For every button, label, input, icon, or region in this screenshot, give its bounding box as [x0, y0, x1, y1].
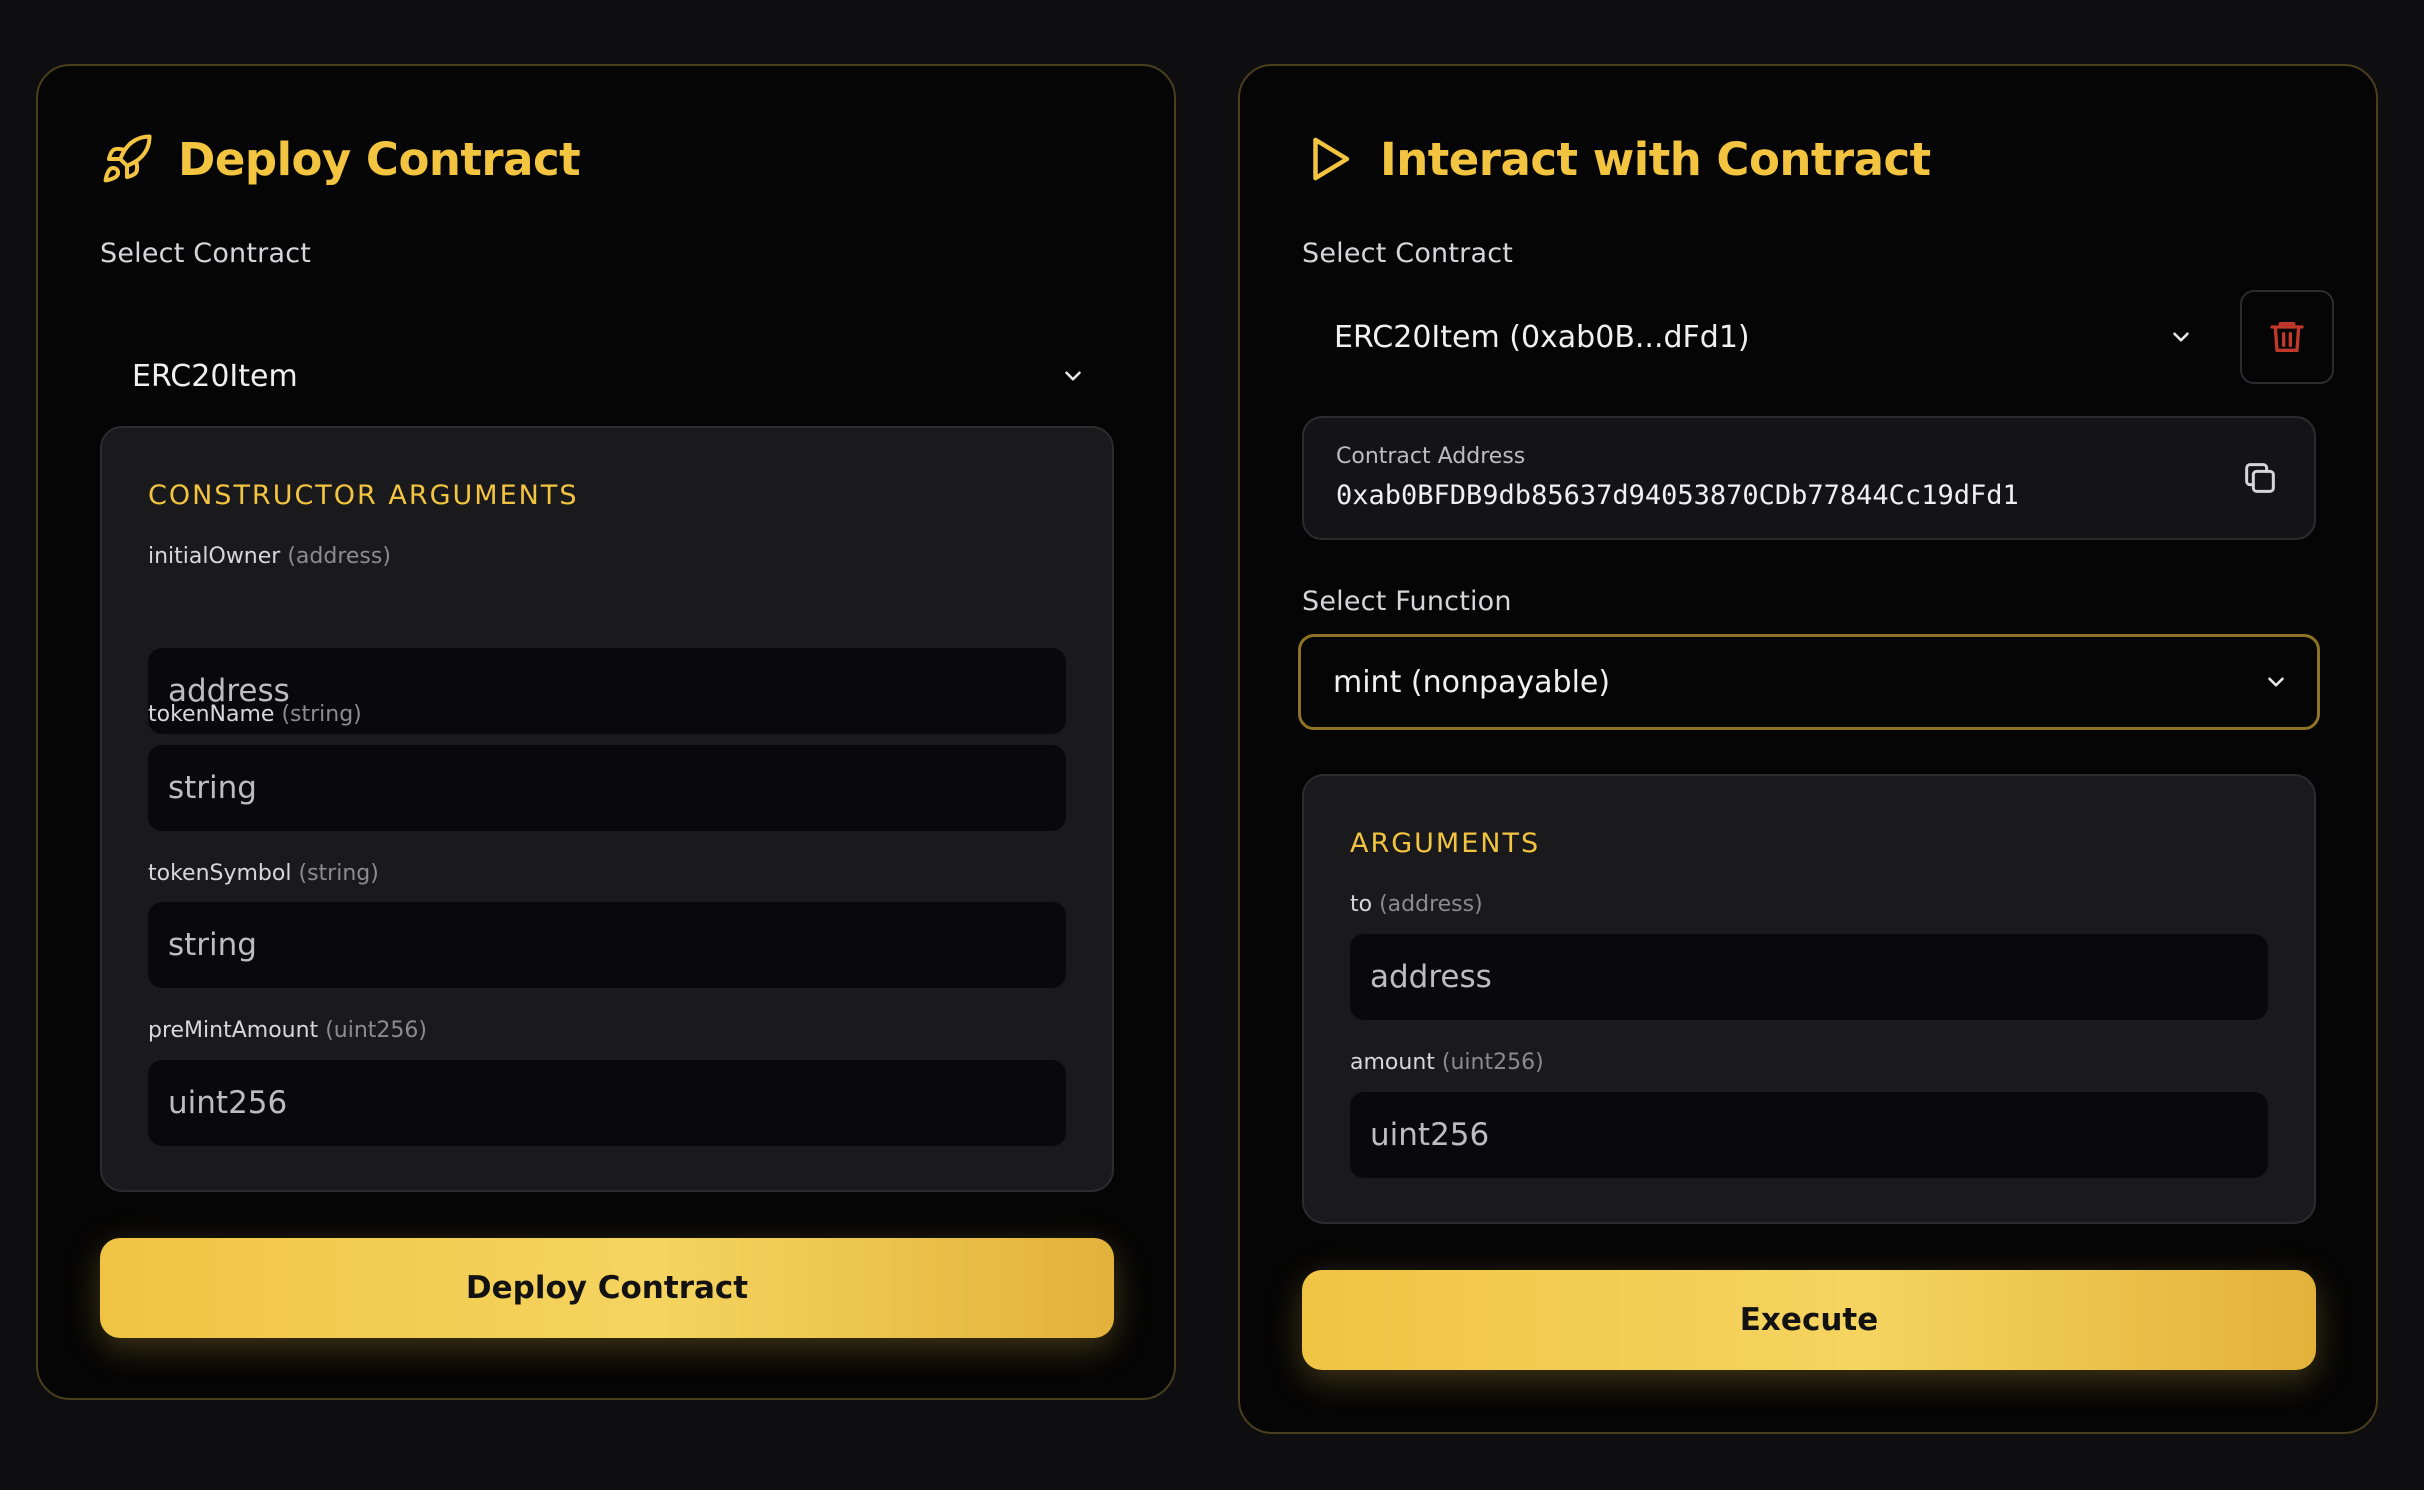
contract-address-box: Contract Address 0xab0BFDB9db85637d94053… [1302, 416, 2316, 540]
arg-type: (address) [287, 544, 391, 569]
amount-input[interactable] [1350, 1092, 2268, 1178]
function-args-title: ARGUMENTS [1350, 828, 1541, 859]
function-args-box: ARGUMENTS to (address) amount (uint256) [1302, 774, 2316, 1224]
arg-type: (address) [1379, 892, 1483, 917]
delete-contract-button[interactable] [2240, 290, 2334, 384]
chevron-down-icon [2268, 677, 2284, 687]
interact-selected-contract: ERC20Item (0xab0B...dFd1) [1334, 319, 1750, 355]
interact-title: Interact with Contract [1302, 132, 1931, 186]
arg-name: to [1350, 892, 1373, 917]
function-select-label: Select Function [1302, 586, 1512, 617]
arg-name: tokenName [148, 702, 275, 727]
arg-type: (uint256) [325, 1018, 427, 1043]
rocket-icon [103, 134, 152, 183]
chevron-down-icon [2173, 332, 2189, 342]
arg-type: (string) [298, 861, 379, 886]
arg-label-to: to (address) [1350, 892, 1483, 917]
interact-panel: Interact with Contract Select Contract E… [1238, 64, 2378, 1434]
copy-icon [2245, 463, 2275, 493]
arg-label-tokenname: tokenName (string) [148, 702, 362, 727]
to-input[interactable] [1350, 934, 2268, 1020]
arg-type: (uint256) [1441, 1050, 1544, 1075]
arg-label-tokensymbol: tokenSymbol (string) [148, 861, 379, 886]
deploy-contract-select[interactable]: ERC20Item [100, 336, 1114, 416]
selected-function: mint (nonpayable) [1333, 664, 1611, 700]
play-icon [1313, 137, 1350, 181]
interact-title-text: Interact with Contract [1380, 132, 1931, 186]
constructor-args-title: CONSTRUCTOR ARGUMENTS [148, 480, 579, 511]
function-select[interactable]: mint (nonpayable) [1298, 634, 2320, 730]
arg-label-initialowner: initialOwner (address) [148, 544, 391, 569]
arg-label-premintamount: preMintAmount (uint256) [148, 1018, 427, 1043]
arg-name: initialOwner [148, 544, 281, 569]
deploy-title: Deploy Contract [100, 132, 581, 186]
execute-button[interactable]: Execute [1302, 1270, 2316, 1370]
chevron-down-icon [1065, 371, 1081, 381]
deploy-selected-contract: ERC20Item [132, 358, 298, 394]
contract-address-caption: Contract Address [1336, 444, 1526, 469]
deploy-contract-button[interactable]: Deploy Contract [100, 1238, 1114, 1338]
arg-name: amount [1350, 1050, 1435, 1075]
constructor-args-box: CONSTRUCTOR ARGUMENTS initialOwner (addr… [100, 426, 1114, 1192]
deploy-select-label: Select Contract [100, 238, 312, 269]
trash-icon [2270, 322, 2304, 352]
interact-select-label: Select Contract [1302, 238, 1514, 269]
arg-name: tokenSymbol [148, 861, 292, 886]
deploy-title-text: Deploy Contract [178, 132, 581, 186]
interact-contract-select[interactable]: ERC20Item (0xab0B...dFd1) [1302, 296, 2222, 378]
arg-label-amount: amount (uint256) [1350, 1050, 1544, 1075]
tokensymbol-input[interactable] [148, 902, 1066, 988]
premintamount-input[interactable] [148, 1060, 1066, 1146]
contract-address-value: 0xab0BFDB9db85637d94053870CDb77844Cc19dF… [1336, 480, 2019, 511]
arg-name: preMintAmount [148, 1018, 319, 1043]
arg-type: (string) [281, 702, 362, 727]
tokenname-input[interactable] [148, 745, 1066, 831]
deploy-panel: Deploy Contract Select Contract ERC20Ite… [36, 64, 1176, 1400]
copy-address-button[interactable] [2240, 458, 2280, 498]
